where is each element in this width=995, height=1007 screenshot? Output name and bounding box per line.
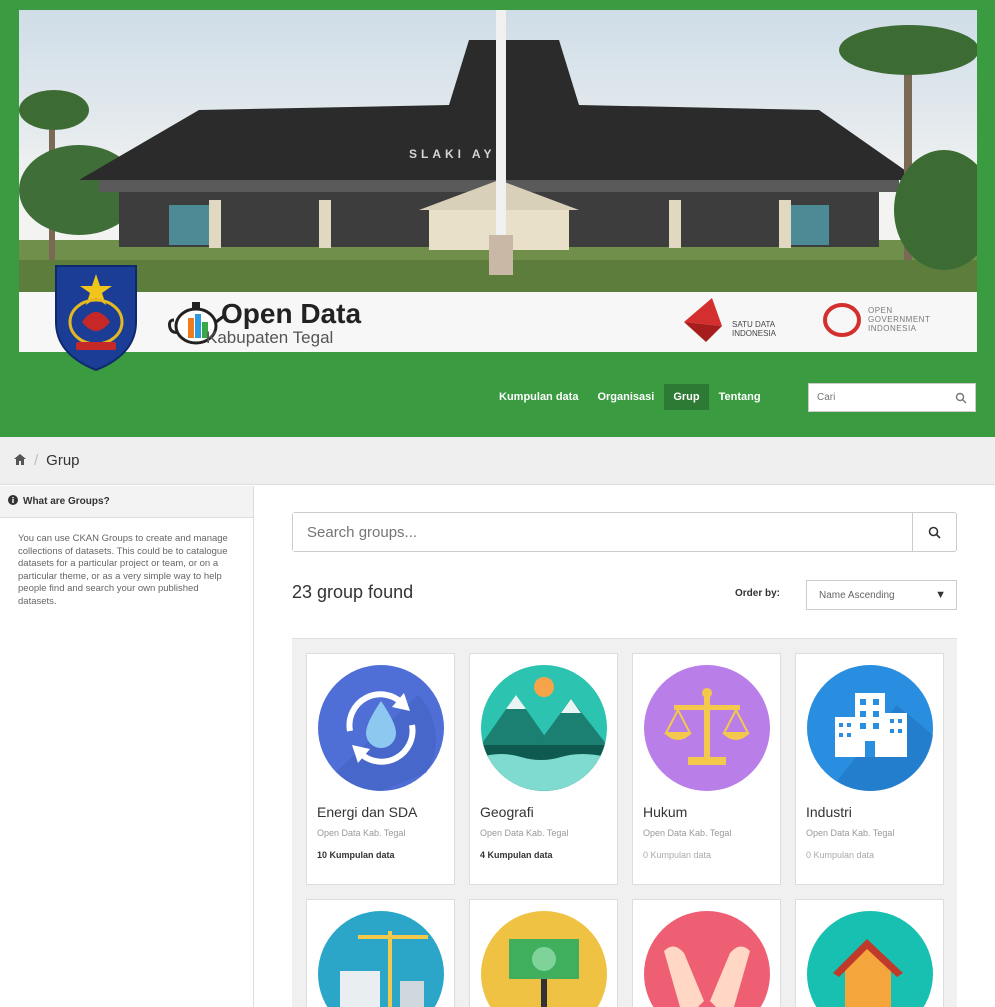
construction-icon — [318, 911, 444, 1007]
kabupaten-emblem-logo[interactable] — [52, 262, 140, 372]
group-organization: Open Data Kab. Tegal — [643, 828, 732, 838]
order-by-label: Order by: — [735, 588, 781, 599]
group-grid: Energi dan SDA Open Data Kab. Tegal 10 K… — [292, 638, 957, 1007]
sidebar-heading: What are Groups? — [0, 486, 253, 518]
site-search — [808, 383, 976, 412]
ogi-line-3: INDONESIA — [868, 324, 917, 333]
money-icon — [481, 911, 607, 1007]
site-subtitle: Kabupaten Tegal — [206, 328, 334, 347]
nav-grup[interactable]: Grup — [664, 384, 709, 410]
open-government-indonesia-logo[interactable]: OPEN GOVERNMENT INDONESIA — [820, 300, 960, 346]
building-sign-text: SLAKI AYU — [409, 147, 508, 161]
site-logo[interactable]: Open Data Kabupaten Tegal — [166, 296, 416, 352]
order-by-value: Name Ascending — [819, 590, 895, 601]
sidebar: What are Groups? You can use CKAN Groups… — [0, 486, 254, 1007]
group-search-input[interactable] — [293, 513, 903, 551]
ogi-line-1: OPEN — [868, 306, 893, 315]
nav-tentang[interactable]: Tentang — [710, 384, 770, 410]
group-dataset-count: 0 Kumpulan data — [643, 850, 712, 860]
group-card-5[interactable] — [306, 899, 455, 1007]
site-search-input[interactable] — [809, 384, 939, 411]
group-card-7[interactable] — [632, 899, 781, 1007]
group-search — [292, 512, 957, 552]
home-icon[interactable] — [14, 452, 26, 469]
main-nav: Kumpulan data Organisasi Grup Tentang — [490, 382, 771, 412]
group-dataset-count: 4 Kumpulan data — [480, 850, 553, 860]
group-title: Geografi — [480, 804, 534, 820]
group-title: Industri — [806, 804, 852, 820]
info-icon — [8, 495, 18, 508]
ogi-line-2: GOVERNMENT — [868, 315, 931, 324]
order-by-select[interactable]: Name Ascending ▼ — [806, 580, 957, 610]
satu-data-text: SATU DATA INDONESIA — [732, 320, 777, 338]
group-title: Hukum — [643, 804, 688, 820]
results-count: 23 group found — [292, 582, 414, 602]
group-card-industri[interactable]: Industri Open Data Kab. Tegal 0 Kumpulan… — [795, 653, 944, 885]
breadcrumb-current[interactable]: Grup — [46, 452, 79, 469]
group-card-energi[interactable]: Energi dan SDA Open Data Kab. Tegal 10 K… — [306, 653, 455, 885]
group-dataset-count: 10 Kumpulan data — [317, 850, 395, 860]
sidebar-description: You can use CKAN Groups to create and ma… — [18, 533, 228, 607]
group-organization: Open Data Kab. Tegal — [317, 828, 406, 838]
breadcrumb: / Grup — [0, 437, 995, 485]
group-card-geografi[interactable]: Geografi Open Data Kab. Tegal 4 Kumpulan… — [469, 653, 618, 885]
hands-icon — [644, 911, 770, 1007]
flood-house-icon — [807, 911, 933, 1007]
satu-data-indonesia-logo[interactable]: SATU DATA INDONESIA — [682, 296, 812, 344]
dropdown-arrow-icon: ▼ — [935, 589, 946, 601]
scales-icon — [644, 665, 770, 791]
water-cycle-icon — [318, 665, 444, 791]
group-card-8[interactable] — [795, 899, 944, 1007]
group-dataset-count: 0 Kumpulan data — [806, 850, 875, 860]
nav-organisasi[interactable]: Organisasi — [588, 384, 663, 410]
mountain-icon — [481, 665, 607, 791]
group-title: Energi dan SDA — [317, 804, 418, 820]
search-icon[interactable] — [955, 391, 967, 404]
breadcrumb-separator: / — [34, 452, 39, 469]
site-title: Open Data — [221, 298, 362, 329]
hero-photo: SLAKI AYU — [19, 10, 977, 292]
group-card-hukum[interactable]: Hukum Open Data Kab. Tegal 0 Kumpulan da… — [632, 653, 781, 885]
group-organization: Open Data Kab. Tegal — [806, 828, 895, 838]
main-content: 23 group found Order by: Name Ascending … — [255, 486, 995, 1007]
group-card-6[interactable] — [469, 899, 618, 1007]
buildings-icon — [807, 665, 933, 792]
search-icon — [928, 526, 941, 539]
group-search-button[interactable] — [912, 513, 956, 551]
nav-kumpulan-data[interactable]: Kumpulan data — [490, 384, 587, 410]
group-organization: Open Data Kab. Tegal — [480, 828, 569, 838]
sidebar-heading-text: What are Groups? — [23, 496, 110, 507]
